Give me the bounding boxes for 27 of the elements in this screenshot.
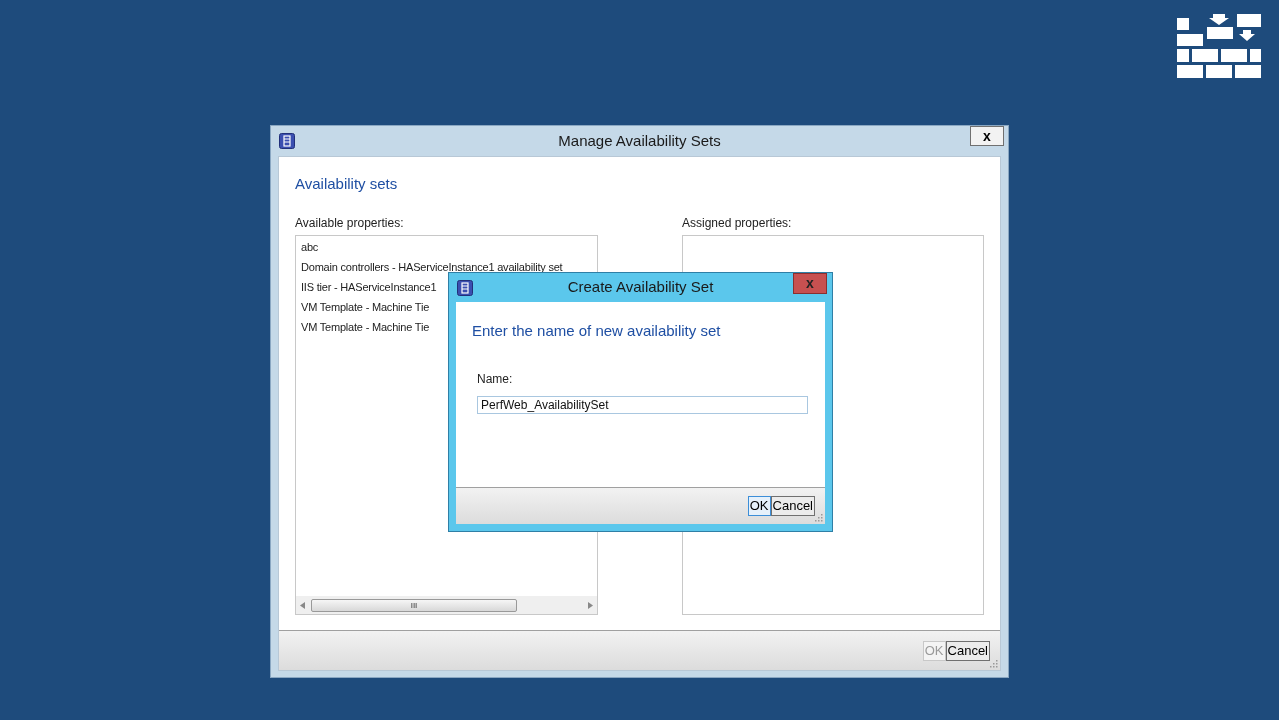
close-button[interactable]: x [793, 273, 827, 294]
dialog-button[interactable]: Cancel [945, 640, 990, 661]
app-icon [279, 133, 295, 149]
app-icon [457, 279, 473, 296]
list-item[interactable]: IIS tier - HAServiceInstance1 [301, 276, 437, 297]
scroll-thumb[interactable]: III [311, 598, 517, 612]
close-button[interactable]: x [970, 126, 1004, 146]
field-label: Name: [477, 370, 514, 388]
default-button[interactable]: OK [747, 496, 771, 516]
resize-grip-icon[interactable] [988, 658, 998, 668]
name-input-field[interactable]: PerfWeb_AvailabilitySet [477, 395, 808, 414]
dialog-button[interactable]: Cancel [770, 496, 815, 516]
list-label: Available properties: [295, 214, 405, 232]
horizontal-scrollbar[interactable]: III [296, 596, 597, 614]
scroll-left-icon[interactable] [300, 601, 305, 609]
scroll-right-icon[interactable] [588, 601, 593, 609]
dialog-title: Create Availability Set [567, 277, 714, 298]
resize-grip-icon[interactable] [813, 512, 823, 522]
list-item[interactable]: VM Template - Machine Tie [301, 296, 430, 317]
list-item[interactable]: Domain controllers - HAServiceInstance1 availability set [301, 256, 563, 277]
section-heading: Availability sets [295, 174, 399, 194]
list-item[interactable]: VM Template - Machine Tie [301, 316, 430, 337]
list-label: Assigned properties: [682, 214, 793, 232]
dialog-heading: Enter the name of new availability set [472, 321, 722, 341]
brick-wall-logo-icon [1177, 14, 1261, 78]
list-item[interactable]: abc [301, 236, 319, 257]
window-title: Manage Availability Sets [558, 130, 721, 151]
